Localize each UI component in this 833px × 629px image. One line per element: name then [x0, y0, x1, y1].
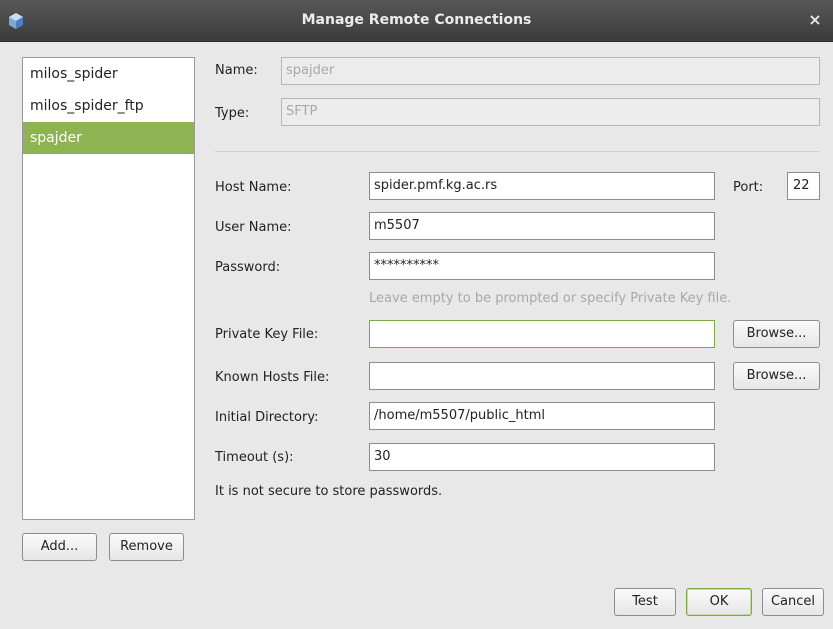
password-label: Password:	[215, 260, 281, 275]
add-button[interactable]: Add...	[22, 533, 97, 561]
connection-list-item-selected[interactable]: spajder	[23, 122, 194, 154]
private-key-label: Private Key File:	[215, 327, 319, 342]
test-button[interactable]: Test	[614, 588, 676, 616]
type-field: SFTP	[281, 98, 820, 126]
close-icon[interactable]: ×	[805, 10, 825, 30]
name-field: spajder	[281, 57, 820, 85]
known-hosts-field[interactable]	[369, 362, 715, 390]
connection-list-item[interactable]: milos_spider_ftp	[23, 90, 194, 122]
private-key-browse-button[interactable]: Browse...	[733, 320, 820, 348]
password-field[interactable]: **********	[369, 252, 715, 280]
user-name-field[interactable]: m5507	[369, 212, 715, 240]
initial-directory-label: Initial Directory:	[215, 410, 319, 425]
title-bar[interactable]: Manage Remote Connections ×	[0, 0, 833, 42]
port-label: Port:	[733, 180, 764, 195]
port-field[interactable]: 22	[787, 172, 820, 200]
known-hosts-label: Known Hosts File:	[215, 370, 330, 385]
type-label: Type:	[215, 106, 250, 121]
private-key-field[interactable]	[369, 320, 715, 348]
ok-button[interactable]: OK	[686, 588, 752, 616]
host-name-field[interactable]: spider.pmf.kg.ac.rs	[369, 172, 715, 200]
timeout-field[interactable]: 30	[369, 443, 715, 471]
known-hosts-browse-button[interactable]: Browse...	[733, 362, 820, 390]
password-hint: Leave empty to be prompted or specify Pr…	[369, 291, 732, 306]
remove-button[interactable]: Remove	[109, 533, 184, 561]
window-title: Manage Remote Connections	[301, 12, 532, 28]
host-name-label: Host Name:	[215, 180, 292, 195]
user-name-label: User Name:	[215, 220, 292, 235]
timeout-label: Timeout (s):	[215, 450, 294, 465]
connection-list[interactable]: milos_spider milos_spider_ftp spajder	[22, 57, 195, 520]
connection-list-item[interactable]: milos_spider	[23, 58, 194, 90]
security-note: It is not secure to store passwords.	[215, 484, 443, 499]
separator	[215, 151, 820, 152]
name-label: Name:	[215, 63, 258, 78]
initial-directory-field[interactable]: /home/m5507/public_html	[369, 402, 715, 430]
cancel-button[interactable]: Cancel	[762, 588, 824, 616]
